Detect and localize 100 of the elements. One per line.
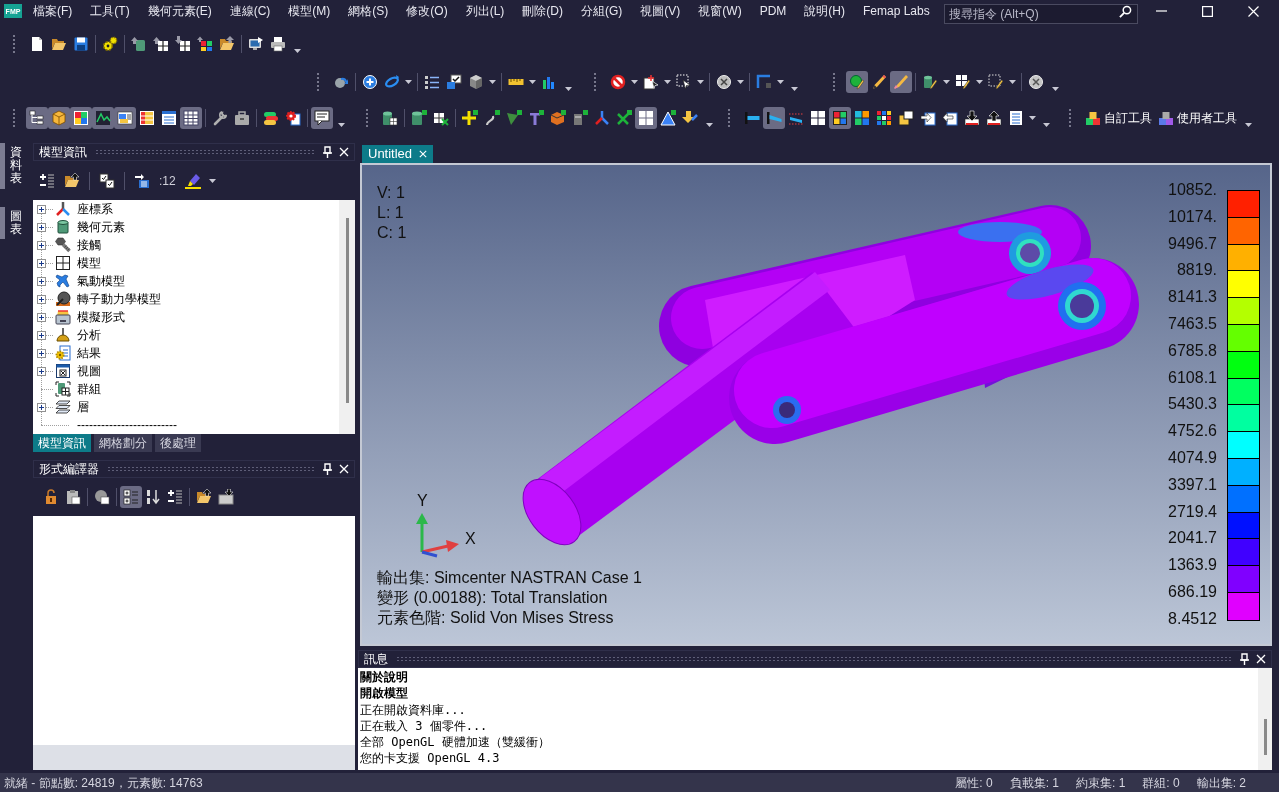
- menu-item[interactable]: 修改(O): [406, 2, 448, 20]
- expand-icon[interactable]: [37, 348, 46, 358]
- caret-icon[interactable]: [489, 80, 496, 84]
- toolbar-button[interactable]: [114, 107, 136, 129]
- caret-icon[interactable]: [706, 123, 713, 127]
- expand-icon[interactable]: [37, 366, 46, 376]
- menu-item[interactable]: 視圖(V): [640, 2, 681, 20]
- side-tab[interactable]: 圖表: [0, 206, 26, 239]
- caret-icon[interactable]: [664, 80, 671, 84]
- grip-icon[interactable]: [12, 108, 16, 128]
- pin-icon[interactable]: [1240, 653, 1249, 665]
- expand-icon[interactable]: [37, 276, 46, 286]
- toolbar-button[interactable]: [180, 107, 202, 129]
- maximize-icon[interactable]: [1201, 5, 1213, 17]
- toolbar-button[interactable]: 使用者工具: [1155, 107, 1240, 129]
- scrollbar-thumb[interactable]: [1263, 719, 1267, 755]
- menu-item[interactable]: 說明(H): [804, 2, 845, 20]
- toolbar-button[interactable]: [961, 107, 983, 129]
- search-field[interactable]: 搜尋指令 (Alt+Q): [944, 4, 1138, 24]
- toolbar-button[interactable]: [895, 107, 917, 129]
- tree-item[interactable]: 視圖: [77, 362, 101, 380]
- caret-icon[interactable]: [294, 49, 301, 53]
- close-icon[interactable]: [339, 147, 349, 157]
- pin-icon[interactable]: [323, 463, 332, 475]
- close-icon[interactable]: [1247, 5, 1259, 17]
- panel-tab[interactable]: 後處理: [155, 434, 201, 452]
- expand-icon[interactable]: [37, 240, 46, 250]
- caret-icon[interactable]: [208, 178, 216, 183]
- graphics-viewport[interactable]: [360, 163, 1272, 646]
- expand-icon[interactable]: [37, 294, 46, 304]
- expand-icon[interactable]: [37, 222, 46, 232]
- expand-icon[interactable]: [37, 204, 46, 214]
- grip-icon[interactable]: [1068, 108, 1072, 128]
- grip-icon[interactable]: [727, 108, 731, 128]
- tree-item[interactable]: 座標系: [77, 200, 113, 218]
- menu-item[interactable]: 列出(L): [465, 2, 505, 20]
- side-tab[interactable]: 資料表: [0, 143, 26, 189]
- toolbar-button[interactable]: [635, 107, 657, 129]
- caret-icon[interactable]: [529, 80, 536, 84]
- toolbar-button[interactable]: 自訂工具: [1082, 107, 1155, 129]
- scrollbar[interactable]: [1258, 668, 1272, 770]
- expand-icon[interactable]: [37, 330, 46, 340]
- toolbar-button[interactable]: :12: [156, 169, 179, 192]
- tree-item[interactable]: 群組: [77, 380, 101, 398]
- minimize-icon[interactable]: [1155, 10, 1167, 12]
- caret-icon[interactable]: [976, 80, 983, 84]
- grip-icon[interactable]: [593, 72, 597, 92]
- menu-item[interactable]: 工具(T): [90, 2, 130, 20]
- document-tab[interactable]: Untitled: [362, 145, 434, 163]
- tree-item[interactable]: 層: [77, 398, 89, 416]
- grip-icon[interactable]: [832, 72, 836, 92]
- caret-icon[interactable]: [1009, 80, 1016, 84]
- toolbar-button[interactable]: [311, 107, 333, 129]
- tree-item[interactable]: 結果: [77, 344, 101, 362]
- caret-icon[interactable]: [1245, 123, 1252, 127]
- panel-tab[interactable]: 網格劃分: [94, 434, 152, 452]
- grip-icon[interactable]: [12, 34, 16, 54]
- close-icon[interactable]: [1256, 654, 1266, 664]
- expand-icon[interactable]: [37, 258, 46, 268]
- menu-item[interactable]: 幾何元素(E): [147, 2, 212, 20]
- menu-item[interactable]: 模型(M): [288, 2, 331, 20]
- toolbar-button[interactable]: [763, 107, 785, 129]
- menu-item[interactable]: PDM: [759, 2, 787, 20]
- expand-icon[interactable]: [37, 402, 46, 412]
- toolbar-button[interactable]: [829, 107, 851, 129]
- scrollbar[interactable]: [339, 200, 355, 434]
- tree-item[interactable]: 幾何元素: [77, 218, 125, 236]
- tree-item[interactable]: 接觸: [77, 236, 101, 254]
- caret-icon[interactable]: [737, 80, 744, 84]
- search-icon[interactable]: [1119, 5, 1132, 18]
- tree-item[interactable]: 模型: [77, 254, 101, 272]
- toolbar-button[interactable]: [657, 107, 679, 129]
- menu-item[interactable]: 分組(G): [581, 2, 623, 20]
- grip-icon[interactable]: [365, 108, 369, 128]
- menu-item[interactable]: 連線(C): [229, 2, 271, 20]
- tree-item[interactable]: 模擬形式: [77, 308, 125, 326]
- caret-icon[interactable]: [943, 80, 950, 84]
- caret-icon[interactable]: [1052, 87, 1059, 91]
- toolbar-button[interactable]: [92, 107, 114, 129]
- grip-icon[interactable]: [316, 72, 320, 92]
- tree-item[interactable]: 分析: [77, 326, 101, 344]
- pin-icon[interactable]: [323, 146, 332, 158]
- caret-icon[interactable]: [565, 87, 572, 91]
- expand-icon[interactable]: [37, 312, 46, 322]
- tree-item[interactable]: 氣動模型: [77, 272, 125, 290]
- menu-item[interactable]: 網格(S): [348, 2, 389, 20]
- toolbar-button[interactable]: [215, 486, 237, 508]
- caret-icon[interactable]: [405, 80, 412, 84]
- menu-item[interactable]: Femap Labs: [863, 2, 930, 20]
- menu-item[interactable]: 刪除(D): [522, 2, 563, 20]
- caret-icon[interactable]: [338, 123, 345, 127]
- panel-tab[interactable]: 模型資訊: [33, 434, 91, 452]
- close-icon[interactable]: [339, 464, 349, 474]
- scrollbar-thumb[interactable]: [345, 218, 349, 403]
- caret-icon[interactable]: [697, 80, 704, 84]
- caret-icon[interactable]: [631, 80, 638, 84]
- menu-item[interactable]: 視窗(W): [698, 2, 742, 20]
- toolbar-button[interactable]: [26, 107, 48, 129]
- tree-item[interactable]: -------------------------: [77, 416, 177, 434]
- menu-item[interactable]: 檔案(F): [33, 2, 73, 20]
